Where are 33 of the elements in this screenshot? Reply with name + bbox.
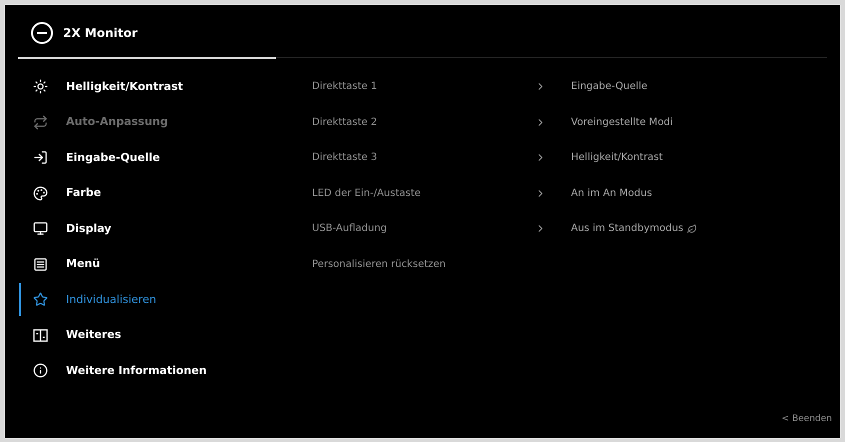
menu-item[interactable]: Farbe <box>66 185 102 202</box>
setting-label[interactable]: Direkttaste 3 <box>295 150 535 166</box>
setting-label[interactable]: Direkttaste 2 <box>295 114 535 130</box>
menu-item[interactable]: Menü <box>66 256 100 272</box>
setting-label[interactable]: Direkttaste 1 <box>295 79 535 94</box>
palette-icon <box>33 186 48 201</box>
menu-item[interactable]: Individualisieren <box>66 292 156 308</box>
setting-value: Eingabe-Quelle <box>571 80 648 94</box>
exit-label[interactable]: Beenden <box>792 412 832 426</box>
menu-item[interactable]: Helligkeit/Kontrast <box>66 78 184 95</box>
setting-value: Helligkeit/Kontrast <box>571 151 663 166</box>
arrows-icon <box>33 114 48 130</box>
setting-label[interactable]: LED der Ein-/Austaste <box>295 186 535 201</box>
setting-value: Voreingestellte Modi <box>571 116 673 130</box>
setting-value: Aus im Standbymodus <box>571 222 684 236</box>
menu-item[interactable]: Display <box>66 220 112 237</box>
setting-value: An im An Modus <box>571 186 652 201</box>
sun-icon <box>33 79 48 94</box>
input-icon <box>33 150 48 166</box>
menu-item[interactable]: Weiteres <box>66 327 122 344</box>
setting-label[interactable]: Personalisieren rücksetzen <box>295 256 535 272</box>
exit-arrow[interactable]: < <box>782 412 790 426</box>
menu-item[interactable]: Weitere Informationen <box>66 362 207 379</box>
star-icon <box>33 292 48 308</box>
setting-label[interactable]: USB-Aufladung <box>295 221 535 236</box>
menu-icon <box>33 256 48 272</box>
info-icon <box>33 363 48 378</box>
monitor-icon <box>33 221 48 236</box>
window-title: 2X Monitor <box>63 25 138 42</box>
panel-icon <box>33 328 48 343</box>
logo-icon <box>31 22 53 44</box>
menu-item[interactable]: Eingabe-Quelle <box>66 150 160 166</box>
leaf-icon <box>687 224 698 234</box>
